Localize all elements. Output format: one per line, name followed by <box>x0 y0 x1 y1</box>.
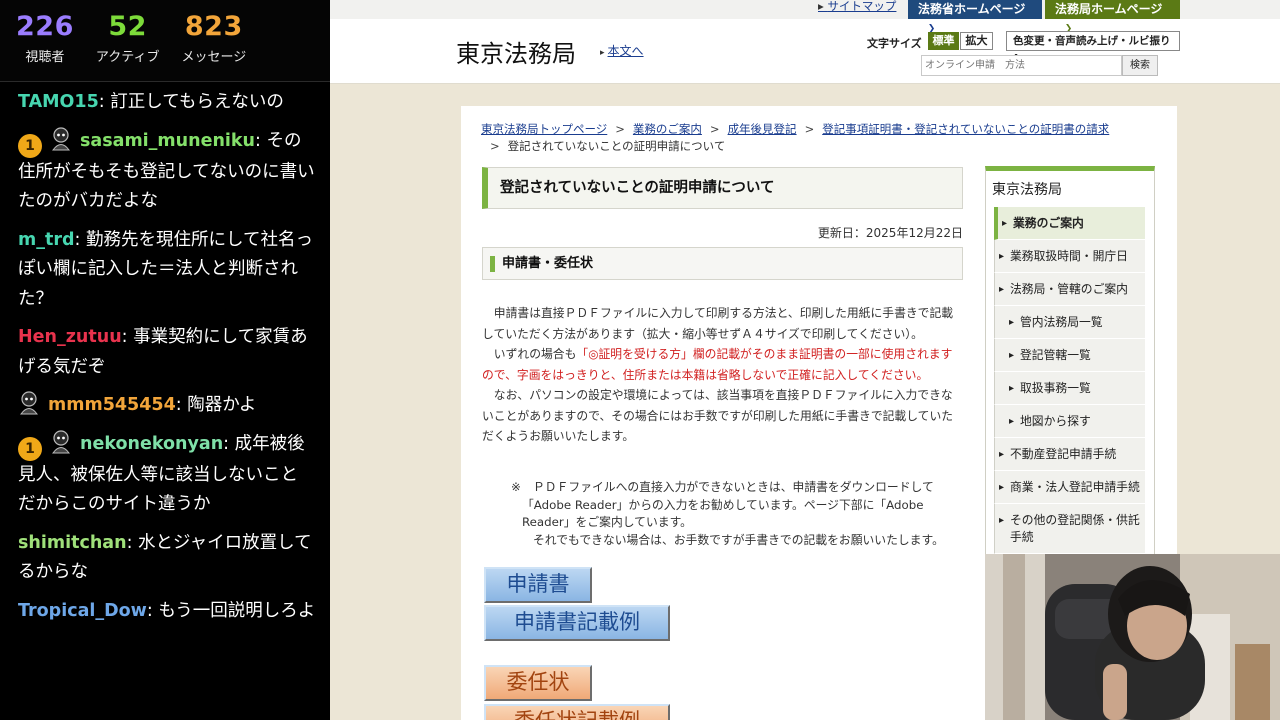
chat-colon: : <box>146 600 159 621</box>
note-block: ※ ＰＤＦファイルへの直接入力ができないときは、申請書をダウンロードして 「Ado… <box>511 480 944 547</box>
sidebar-item-hours[interactable]: 業務取扱時間・開庁日 <box>994 240 1145 273</box>
stat-value: 52 <box>108 11 147 42</box>
webcam-image <box>985 554 1280 720</box>
sidebar-item-affairs-list[interactable]: 取扱事務一覧 <box>994 372 1145 405</box>
accessibility-menu-button[interactable]: 色変更・音声読み上げ・ルビ振り ❯ <box>1006 31 1180 65</box>
chat-message: 1 nekonekonyan: 成年被後見人、被保佐人等に該当しないこと だからこ… <box>18 429 318 520</box>
stat-value: 823 <box>184 11 243 42</box>
breadcrumb-link[interactable]: 東京法務局トップページ <box>481 122 607 136</box>
chat-username[interactable]: TAMO15 <box>18 92 99 112</box>
chat-username[interactable]: m_trd <box>18 230 75 250</box>
stream-stats: 226 視聴者 52 アクティブ 823 メッセージ <box>0 0 330 82</box>
accessibility-label: 色変更・音声読み上げ・ルビ振り <box>1013 35 1171 47</box>
paragraph-warning: いずれの場合も「◎証明を受ける方」欄の記載がそのまま証明書の一部に使用されますの… <box>482 347 953 382</box>
houmu-home-button[interactable]: 法務局ホームページ❯ <box>1045 0 1180 36</box>
updated-date: 更新日：2025年12月22日 <box>817 226 963 240</box>
moj-home-button[interactable]: 法務省ホームページ❯ <box>908 0 1042 36</box>
moj-home-label: 法務省ホームページ <box>918 2 1026 16</box>
chat-username[interactable]: Hen_zutuu <box>18 327 122 347</box>
houmu-home-label: 法務局ホームページ <box>1055 2 1163 16</box>
chat-messages: TAMO15: 訂正してもらえないの 1 sasami_muneniku: その住所… <box>0 82 330 626</box>
chat-message: m_trd: 勤務先を現住所にして社名っぽい欄に記入した＝法人と判断された？ <box>18 226 318 315</box>
power-of-attorney-button[interactable]: 委任状 <box>484 665 592 701</box>
font-large-button[interactable]: 拡大 <box>960 32 993 50</box>
stat-label: 視聴者 <box>25 50 65 65</box>
chat-colon: : <box>175 395 188 415</box>
chat-username[interactable]: mmm545454 <box>48 395 176 415</box>
stat-value: 226 <box>16 11 74 42</box>
chat-username[interactable]: nekonekonyan <box>80 434 223 454</box>
site-logo-title[interactable]: 東京法務局 <box>456 34 576 69</box>
stream-chat-panel: 226 視聴者 52 アクティブ 823 メッセージ TAMO15: 訂正しても… <box>0 0 330 720</box>
stat-label: メッセージ <box>181 50 247 65</box>
chat-message: 1 sasami_muneniku: その住所がそもそも登記してないのに書いたのが… <box>18 126 318 217</box>
user-avatar-icon <box>52 429 70 453</box>
chat-message: mmm545454: 陶器かよ <box>18 391 318 421</box>
breadcrumb-link[interactable]: 登記事項証明書・登記されていないことの証明書の請求 <box>822 122 1109 136</box>
chat-message: Tropical_Dow: もう一回説明しろよ <box>18 597 318 627</box>
sitemap-link[interactable]: サイトマップ <box>818 0 896 12</box>
subscriber-badge-icon: 1 <box>18 436 42 461</box>
chat-colon: : <box>98 92 111 112</box>
message-count: 823 メッセージ <box>181 10 246 81</box>
chat-username[interactable]: shimitchan <box>18 533 127 553</box>
chat-message: shimitchan: 水とジャイロ放置してるからな <box>18 529 318 588</box>
application-example-button[interactable]: 申請書記載例 <box>484 605 670 641</box>
section-heading: 申請書・委任状 <box>482 247 963 280</box>
chat-colon: : <box>126 532 139 553</box>
active-count: 52 アクティブ <box>96 10 160 81</box>
breadcrumb-current: > 登記されていないことの証明申請について <box>490 139 726 153</box>
application-download-button[interactable]: 申請書 <box>484 567 592 603</box>
chat-colon: : <box>255 130 267 151</box>
sidebar-item-registry-list[interactable]: 登記管轄一覧 <box>994 339 1145 372</box>
sidebar-item-map-search[interactable]: 地図から探す <box>994 405 1145 438</box>
power-of-attorney-example-button[interactable]: 委任状記載例 <box>484 704 670 720</box>
sidebar-item-real-estate[interactable]: 不動産登記申請手続 <box>994 438 1145 471</box>
breadcrumb-current-label: 登記されていないことの証明申請について <box>507 139 726 153</box>
chat-username[interactable]: Tropical_Dow <box>18 601 147 621</box>
chat-message: Hen_zutuu: 事業契約にして家賃あげる気だぞ <box>18 323 318 382</box>
stat-label: アクティブ <box>95 50 160 65</box>
user-avatar-icon <box>52 126 70 150</box>
sidebar-item-bureau-list[interactable]: 管内法務局一覧 <box>994 306 1145 339</box>
chat-colon: : <box>74 229 86 250</box>
chat-colon: : <box>121 327 134 347</box>
breadcrumb: 東京法務局トップページ > 業務のご案内 > 成年後見登記 > 登記事項証明書・登記されてい… <box>481 122 1110 153</box>
subscriber-badge-icon: 1 <box>18 133 42 158</box>
site-search-input[interactable] <box>921 55 1122 76</box>
sidebar-item-jurisdiction[interactable]: 法務局・管轄のご案内 <box>994 273 1145 306</box>
paragraph: なお、パソコンの設定や環境によっては、該当事項を直接ＰＤＦファイルに入力できない… <box>482 388 954 443</box>
chat-text: 訂正してもらえないの <box>110 92 284 112</box>
breadcrumb-link[interactable]: 成年後見登記 <box>728 122 797 136</box>
chat-username[interactable]: sasami_muneniku <box>80 131 255 151</box>
viewer-count: 226 視聴者 <box>16 10 74 81</box>
chat-colon: : <box>223 433 235 454</box>
skip-to-content-link[interactable]: 本文へ <box>600 42 644 59</box>
sidebar-item-commercial[interactable]: 商業・法人登記申請手続 <box>994 471 1145 504</box>
page-title: 登記されていないことの証明申請について <box>482 167 963 209</box>
paragraph: 申請書は直接ＰＤＦファイルに入力して印刷する方法と、印刷した用紙に手書きで記載し… <box>482 306 954 341</box>
webcam-overlay <box>985 554 1280 720</box>
sidebar-item-business[interactable]: 業務のご案内 <box>994 207 1145 240</box>
user-avatar-icon <box>20 391 38 415</box>
sidebar-item-other[interactable]: その他の登記関係・供託手続 <box>994 504 1145 554</box>
font-standard-button[interactable]: 標準 <box>928 32 959 50</box>
body-text: 申請書は直接ＰＤＦファイルに入力して印刷する方法と、印刷した用紙に手書きで記載し… <box>482 303 964 447</box>
note-mark: ※ <box>511 480 521 494</box>
font-size-label: 文字サイズ <box>867 37 922 50</box>
chat-message: TAMO15: 訂正してもらえないの <box>18 88 318 118</box>
search-button[interactable]: 検索 <box>1122 55 1158 76</box>
sidebar-title: 東京法務局 <box>992 182 1062 198</box>
chat-text: 陶器かよ <box>187 395 257 415</box>
breadcrumb-link[interactable]: 業務のご案内 <box>633 122 702 136</box>
chat-text: もう一回説明しろよ <box>158 600 316 621</box>
